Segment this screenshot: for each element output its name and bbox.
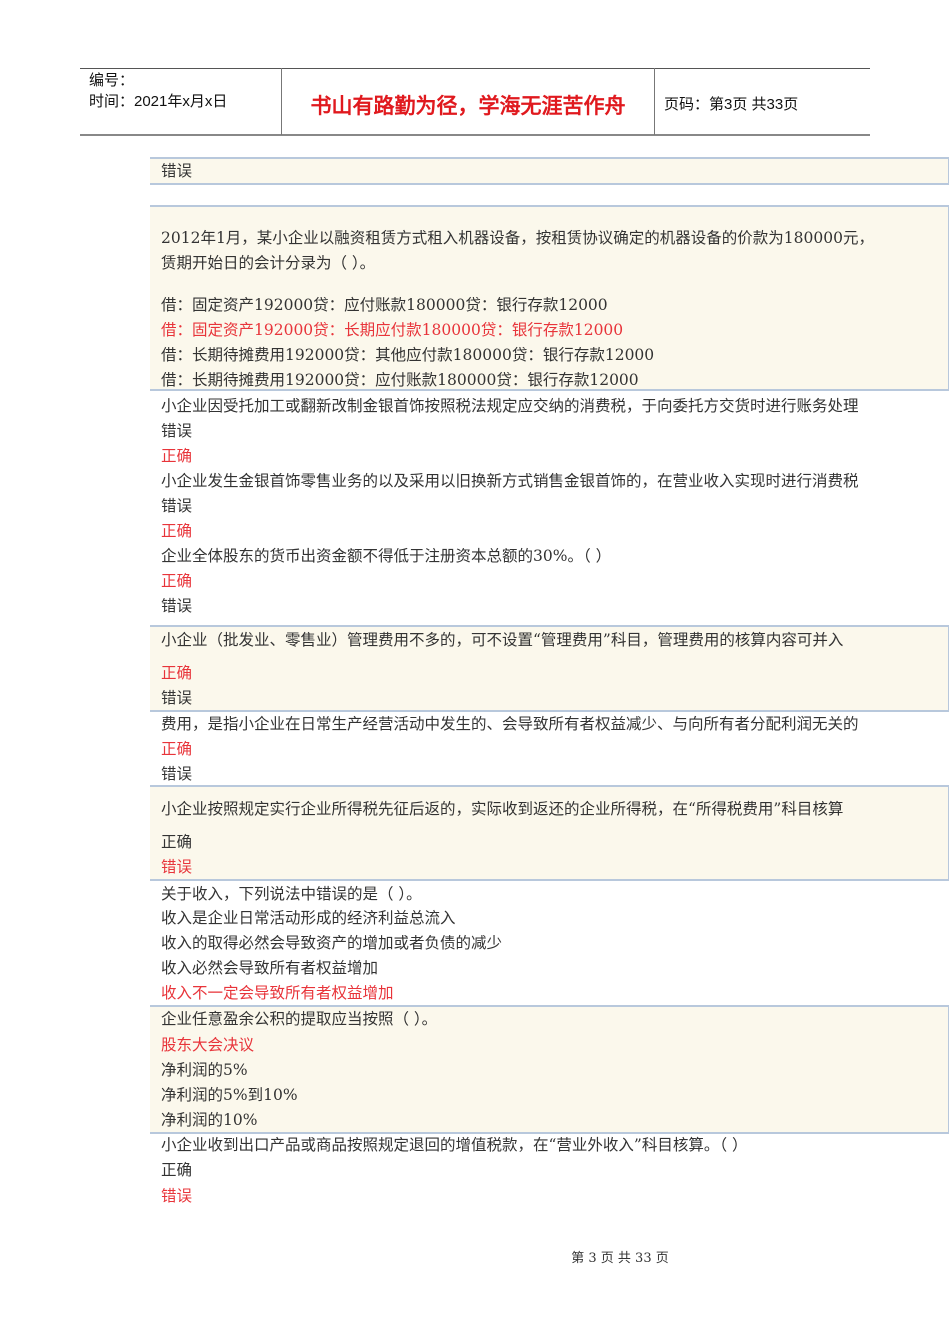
header-motto: 书山有路勤为径，学海无涯苦作舟 (310, 94, 626, 118)
question-line: 借：长期待摊费用192000贷：其他应付款180000贷：银行存款12000 (161, 346, 655, 364)
header-bottom-rule (80, 134, 870, 136)
document-page: 编号： 时间：2021年x月x日 书山有路勤为径，学海无涯苦作舟 页码：第3页 … (0, 0, 950, 1344)
header-meta: 编号： 时间：2021年x月x日 (89, 70, 227, 112)
answer-option-correct: 正确 (161, 740, 193, 758)
highlight-box (150, 157, 949, 185)
question-line: 净利润的10% (161, 1111, 258, 1129)
question-line: 小企业按照规定实行企业所得税先征后返的，实际收到返还的企业所得税，在“所得税费用… (161, 800, 844, 818)
answer-option-correct: 正确 (161, 664, 193, 682)
question-line: 小企业（批发业、零售业）管理费用不多的，可不设置“管理费用”科目，管理费用的核算… (161, 631, 844, 649)
question-line: 收入的取得必然会导致资产的增加或者负债的减少 (161, 934, 503, 952)
answer-option-correct: 股东大会决议 (161, 1036, 255, 1054)
header-divider (654, 68, 655, 135)
question-line: 企业全体股东的货币出资金额不得低于注册资本总额的30%。（ ） (161, 547, 612, 565)
question-line: 错误 (161, 162, 193, 180)
question-line: 错误 (161, 765, 193, 783)
question-line: 错误 (161, 597, 193, 615)
question-line: 企业任意盈余公积的提取应当按照（ ）。 (161, 1010, 438, 1028)
question-line: 小企业因受托加工或翻新改制金银首饰按照税法规定应交纳的消费税，于向委托方交货时进… (161, 397, 859, 415)
page-footer: 第 3 页 共 33 页 (571, 1251, 669, 1266)
question-line: 净利润的5% (161, 1061, 248, 1079)
answer-option-correct: 借：固定资产192000贷：长期应付款180000贷：银行存款12000 (161, 321, 624, 339)
question-line: 错误 (161, 497, 193, 515)
question-line: 关于收入，下列说法中错误的是（ ）。 (161, 885, 422, 903)
answer-option-correct: 错误 (161, 858, 193, 876)
question-line: 费用，是指小企业在日常生产经营活动中发生的、会导致所有者权益减少、与向所有者分配… (161, 715, 859, 733)
doc-number-label: 编号： (89, 72, 135, 89)
answer-option-correct: 正确 (161, 572, 193, 590)
header-page-number: 页码：第3页 共33页 (664, 96, 799, 113)
question-line: 借：固定资产192000贷：应付账款180000贷：银行存款12000 (161, 296, 608, 314)
question-line: 正确 (161, 833, 193, 851)
answer-option-correct: 正确 (161, 447, 193, 465)
doc-date-label: 时间：2021年x月x日 (89, 93, 228, 110)
question-line: 错误 (161, 689, 193, 707)
question-line: 收入是企业日常活动形成的经济利益总流入 (161, 909, 456, 927)
question-line: 赁期开始日的会计分录为（ ）。 (161, 254, 376, 272)
question-line: 小企业发生金银首饰零售业务的以及采用以旧换新方式销售金银首饰的，在营业收入实现时… (161, 472, 859, 490)
answer-option-correct: 错误 (161, 1187, 193, 1205)
question-line: 小企业收到出口产品或商品按照规定退回的增值税款，在“营业外收入”科目核算。（ ） (161, 1136, 748, 1154)
answer-option-correct: 收入不一定会导致所有者权益增加 (161, 984, 394, 1002)
question-line: 净利润的5%到10% (161, 1086, 298, 1104)
question-line: 借：长期待摊费用192000贷：应付账款180000贷：银行存款12000 (161, 371, 639, 389)
question-line: 错误 (161, 422, 193, 440)
question-line: 2012年1月，某小企业以融资租赁方式租入机器设备，按租赁协议确定的机器设备的价… (161, 229, 874, 247)
answer-option-correct: 正确 (161, 522, 193, 540)
question-line: 收入必然会导致所有者权益增加 (161, 959, 379, 977)
question-line: 正确 (161, 1161, 193, 1179)
header-top-rule (80, 68, 870, 69)
